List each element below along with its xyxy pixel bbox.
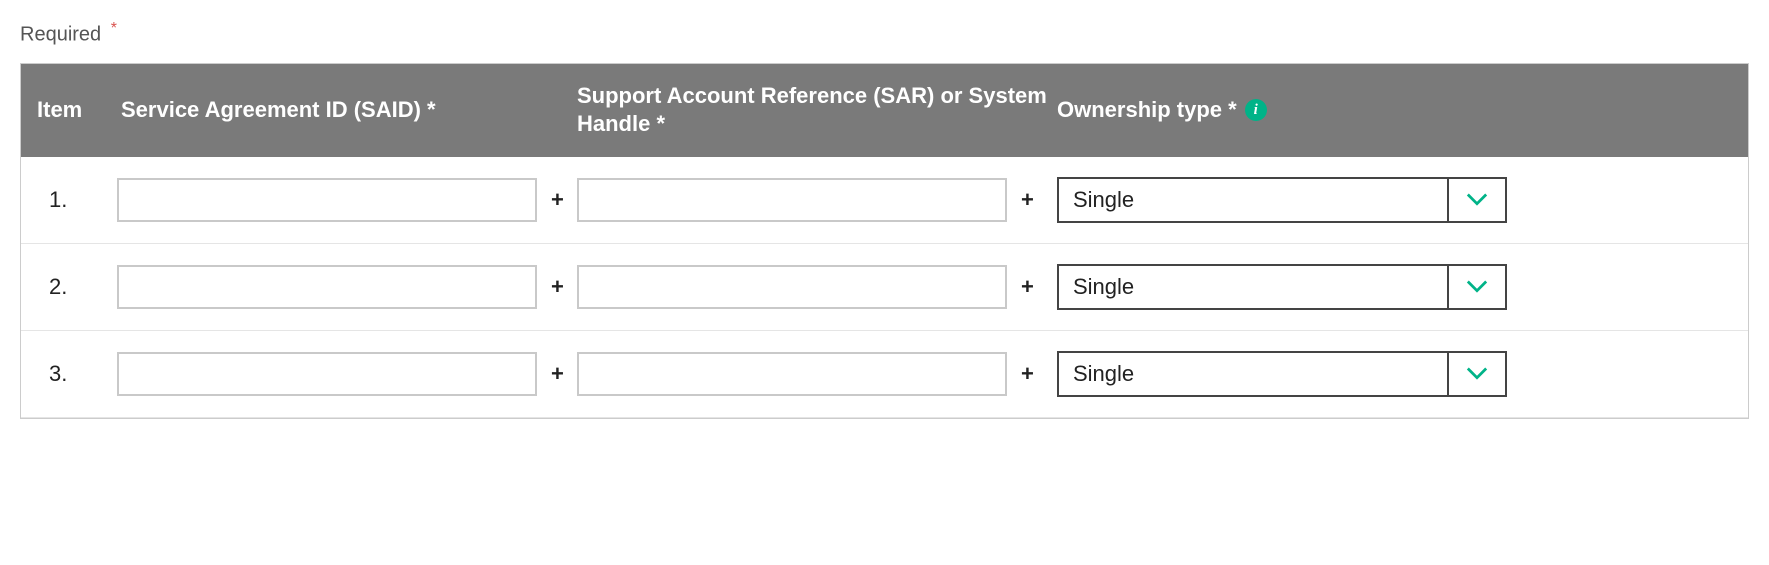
row-number: 1.: [37, 187, 117, 213]
table-header-row: Item Service Agreement ID (SAID) * Suppo…: [21, 64, 1748, 157]
ownership-select-value: Single: [1059, 179, 1449, 221]
said-input[interactable]: [117, 352, 537, 396]
ownership-select-value: Single: [1059, 353, 1449, 395]
chevron-down-icon[interactable]: [1449, 179, 1505, 221]
ownership-select[interactable]: Single: [1057, 351, 1507, 397]
required-label: Required *: [20, 20, 1749, 47]
table-row: 3. + + Single: [21, 331, 1748, 418]
sar-input[interactable]: [577, 178, 1007, 222]
said-input[interactable]: [117, 265, 537, 309]
header-said: Service Agreement ID (SAID) *: [117, 97, 577, 123]
required-asterisk: *: [111, 20, 117, 37]
ownership-select[interactable]: Single: [1057, 264, 1507, 310]
plus-icon: +: [551, 187, 564, 213]
chevron-down-icon[interactable]: [1449, 266, 1505, 308]
plus-icon: +: [551, 274, 564, 300]
plus-icon: +: [1021, 274, 1034, 300]
plus-icon: +: [551, 361, 564, 387]
header-ownership: Ownership type * i: [1057, 97, 1732, 123]
info-icon[interactable]: i: [1245, 99, 1267, 121]
sar-input[interactable]: [577, 352, 1007, 396]
ownership-select-value: Single: [1059, 266, 1449, 308]
required-text: Required: [20, 24, 101, 46]
row-number: 2.: [37, 274, 117, 300]
plus-icon: +: [1021, 361, 1034, 387]
plus-icon: +: [1021, 187, 1034, 213]
row-number: 3.: [37, 361, 117, 387]
chevron-down-icon[interactable]: [1449, 353, 1505, 395]
service-agreement-table: Item Service Agreement ID (SAID) * Suppo…: [20, 63, 1749, 419]
header-sar: Support Account Reference (SAR) or Syste…: [577, 82, 1057, 139]
table-row: 2. + + Single: [21, 244, 1748, 331]
said-input[interactable]: [117, 178, 537, 222]
header-ownership-text: Ownership type *: [1057, 97, 1237, 123]
sar-input[interactable]: [577, 265, 1007, 309]
ownership-select[interactable]: Single: [1057, 177, 1507, 223]
header-item: Item: [37, 97, 117, 123]
table-row: 1. + + Single: [21, 157, 1748, 244]
